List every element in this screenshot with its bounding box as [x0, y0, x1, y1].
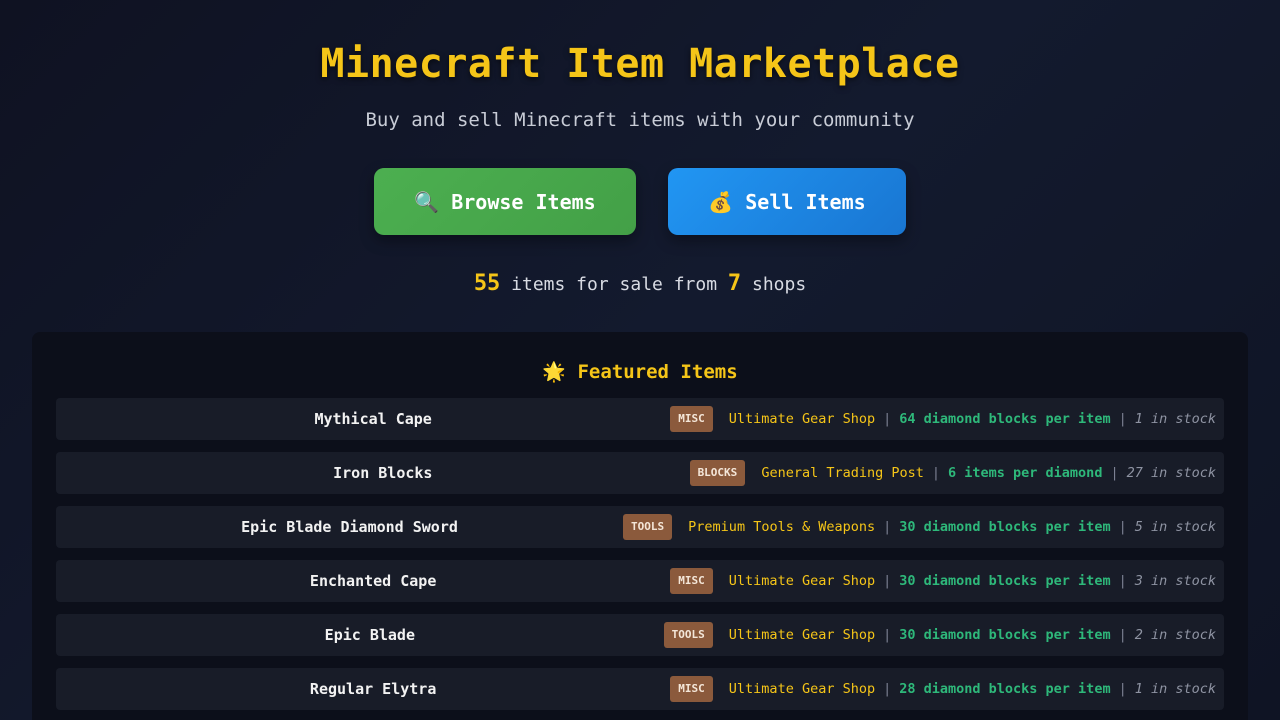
- shop-name: Ultimate Gear Shop: [728, 627, 876, 643]
- separator: |: [1118, 573, 1127, 589]
- item-price: 64 diamond blocks per item: [899, 411, 1111, 427]
- stock-count: 2 in stock: [1134, 627, 1216, 643]
- page-subtitle: Buy and sell Minecraft items with your c…: [365, 109, 915, 131]
- stock-count: 3 in stock: [1134, 573, 1216, 589]
- separator: |: [883, 681, 892, 697]
- stock-count: 5 in stock: [1134, 519, 1216, 535]
- hero-section: Minecraft Item Marketplace Buy and sell …: [0, 0, 1280, 298]
- stock-count: 1 in stock: [1134, 411, 1216, 427]
- item-meta: TOOLS Premium Tools & Weapons | 30 diamond …: [623, 514, 1216, 540]
- shop-name: Ultimate Gear Shop: [728, 681, 876, 697]
- item-name: Iron Blocks: [333, 464, 433, 482]
- item-meta: BLOCKS General Trading Post | 6 items per d…: [689, 460, 1216, 486]
- featured-item-row[interactable]: Mythical Cape MISC Ultimate Gear Shop | 64 d…: [56, 398, 1224, 440]
- sell-items-button[interactable]: 💰 Sell Items: [668, 168, 906, 235]
- sell-items-label: Sell Items: [745, 189, 866, 214]
- shops-count: 7: [727, 271, 742, 296]
- item-meta: MISC Ultimate Gear Shop | 28 diamond blocks…: [670, 676, 1216, 702]
- star-icon: 🌟: [542, 361, 567, 383]
- featured-title-label: Featured Items: [577, 361, 738, 383]
- action-buttons: 🔍 Browse Items 💰 Sell Items: [0, 168, 1280, 235]
- separator: |: [883, 627, 892, 643]
- shop-name: Ultimate Gear Shop: [728, 411, 876, 427]
- item-name: Epic Blade: [324, 626, 415, 644]
- magnifier-icon: 🔍: [414, 189, 440, 214]
- shop-name: Premium Tools & Weapons: [688, 519, 876, 535]
- stock-count: 27 in stock: [1126, 465, 1216, 481]
- separator: |: [1118, 627, 1127, 643]
- separator: |: [1118, 411, 1127, 427]
- separator: |: [1118, 519, 1127, 535]
- category-badge: MISC: [670, 676, 713, 702]
- shops-text: shops: [741, 274, 807, 295]
- separator: |: [883, 519, 892, 535]
- item-meta: MISC Ultimate Gear Shop | 30 diamond blocks…: [670, 568, 1216, 594]
- separator: |: [1118, 681, 1127, 697]
- page-title: Minecraft Item Marketplace: [320, 41, 960, 87]
- item-name: Regular Elytra: [309, 680, 437, 698]
- separator: |: [883, 411, 892, 427]
- item-price: 6 items per diamond: [948, 465, 1103, 481]
- item-name: Mythical Cape: [314, 410, 432, 428]
- shop-name: Ultimate Gear Shop: [728, 573, 876, 589]
- item-name: Epic Blade Diamond Sword: [241, 518, 458, 536]
- item-meta: TOOLS Ultimate Gear Shop | 30 diamond block…: [663, 622, 1216, 648]
- category-badge: TOOLS: [623, 514, 673, 540]
- separator: |: [883, 573, 892, 589]
- featured-item-row[interactable]: Enchanted Cape MISC Ultimate Gear Shop | 30 …: [56, 560, 1224, 602]
- items-text: items for sale from: [500, 274, 728, 295]
- item-price: 30 diamond blocks per item: [899, 573, 1111, 589]
- shop-name: General Trading Post: [761, 465, 924, 481]
- browse-items-button[interactable]: 🔍 Browse Items: [374, 168, 636, 235]
- marketplace-stats: 55 items for sale from 7 shops: [0, 271, 1280, 298]
- featured-item-row[interactable]: Iron Blocks BLOCKS General Trading Post | 6 …: [56, 452, 1224, 494]
- items-count: 55: [473, 271, 501, 296]
- item-price: 30 diamond blocks per item: [899, 627, 1111, 643]
- featured-item-list: Mythical Cape MISC Ultimate Gear Shop | 64 d…: [56, 398, 1224, 710]
- item-price: 30 diamond blocks per item: [899, 519, 1111, 535]
- browse-items-label: Browse Items: [451, 189, 596, 214]
- featured-item-row[interactable]: Epic Blade TOOLS Ultimate Gear Shop | 30 dia…: [56, 614, 1224, 656]
- featured-item-row[interactable]: Regular Elytra MISC Ultimate Gear Shop | 28 …: [56, 668, 1224, 710]
- item-price: 28 diamond blocks per item: [899, 681, 1111, 697]
- item-meta: MISC Ultimate Gear Shop | 64 diamond blocks…: [670, 406, 1216, 432]
- category-badge: MISC: [670, 406, 713, 432]
- category-badge: TOOLS: [663, 622, 713, 648]
- item-name: Enchanted Cape: [309, 572, 437, 590]
- stock-count: 1 in stock: [1134, 681, 1216, 697]
- category-badge: BLOCKS: [689, 460, 746, 486]
- separator: |: [1110, 465, 1119, 481]
- separator: |: [931, 465, 941, 481]
- featured-item-row[interactable]: Epic Blade Diamond Sword TOOLS Premium Too…: [56, 506, 1224, 548]
- featured-items-panel: 🌟 Featured Items Mythical Cape MISC Ultima…: [32, 332, 1248, 720]
- category-badge: MISC: [670, 568, 713, 594]
- money-bag-icon: 💰: [708, 189, 734, 214]
- featured-title: 🌟 Featured Items: [56, 356, 1224, 388]
